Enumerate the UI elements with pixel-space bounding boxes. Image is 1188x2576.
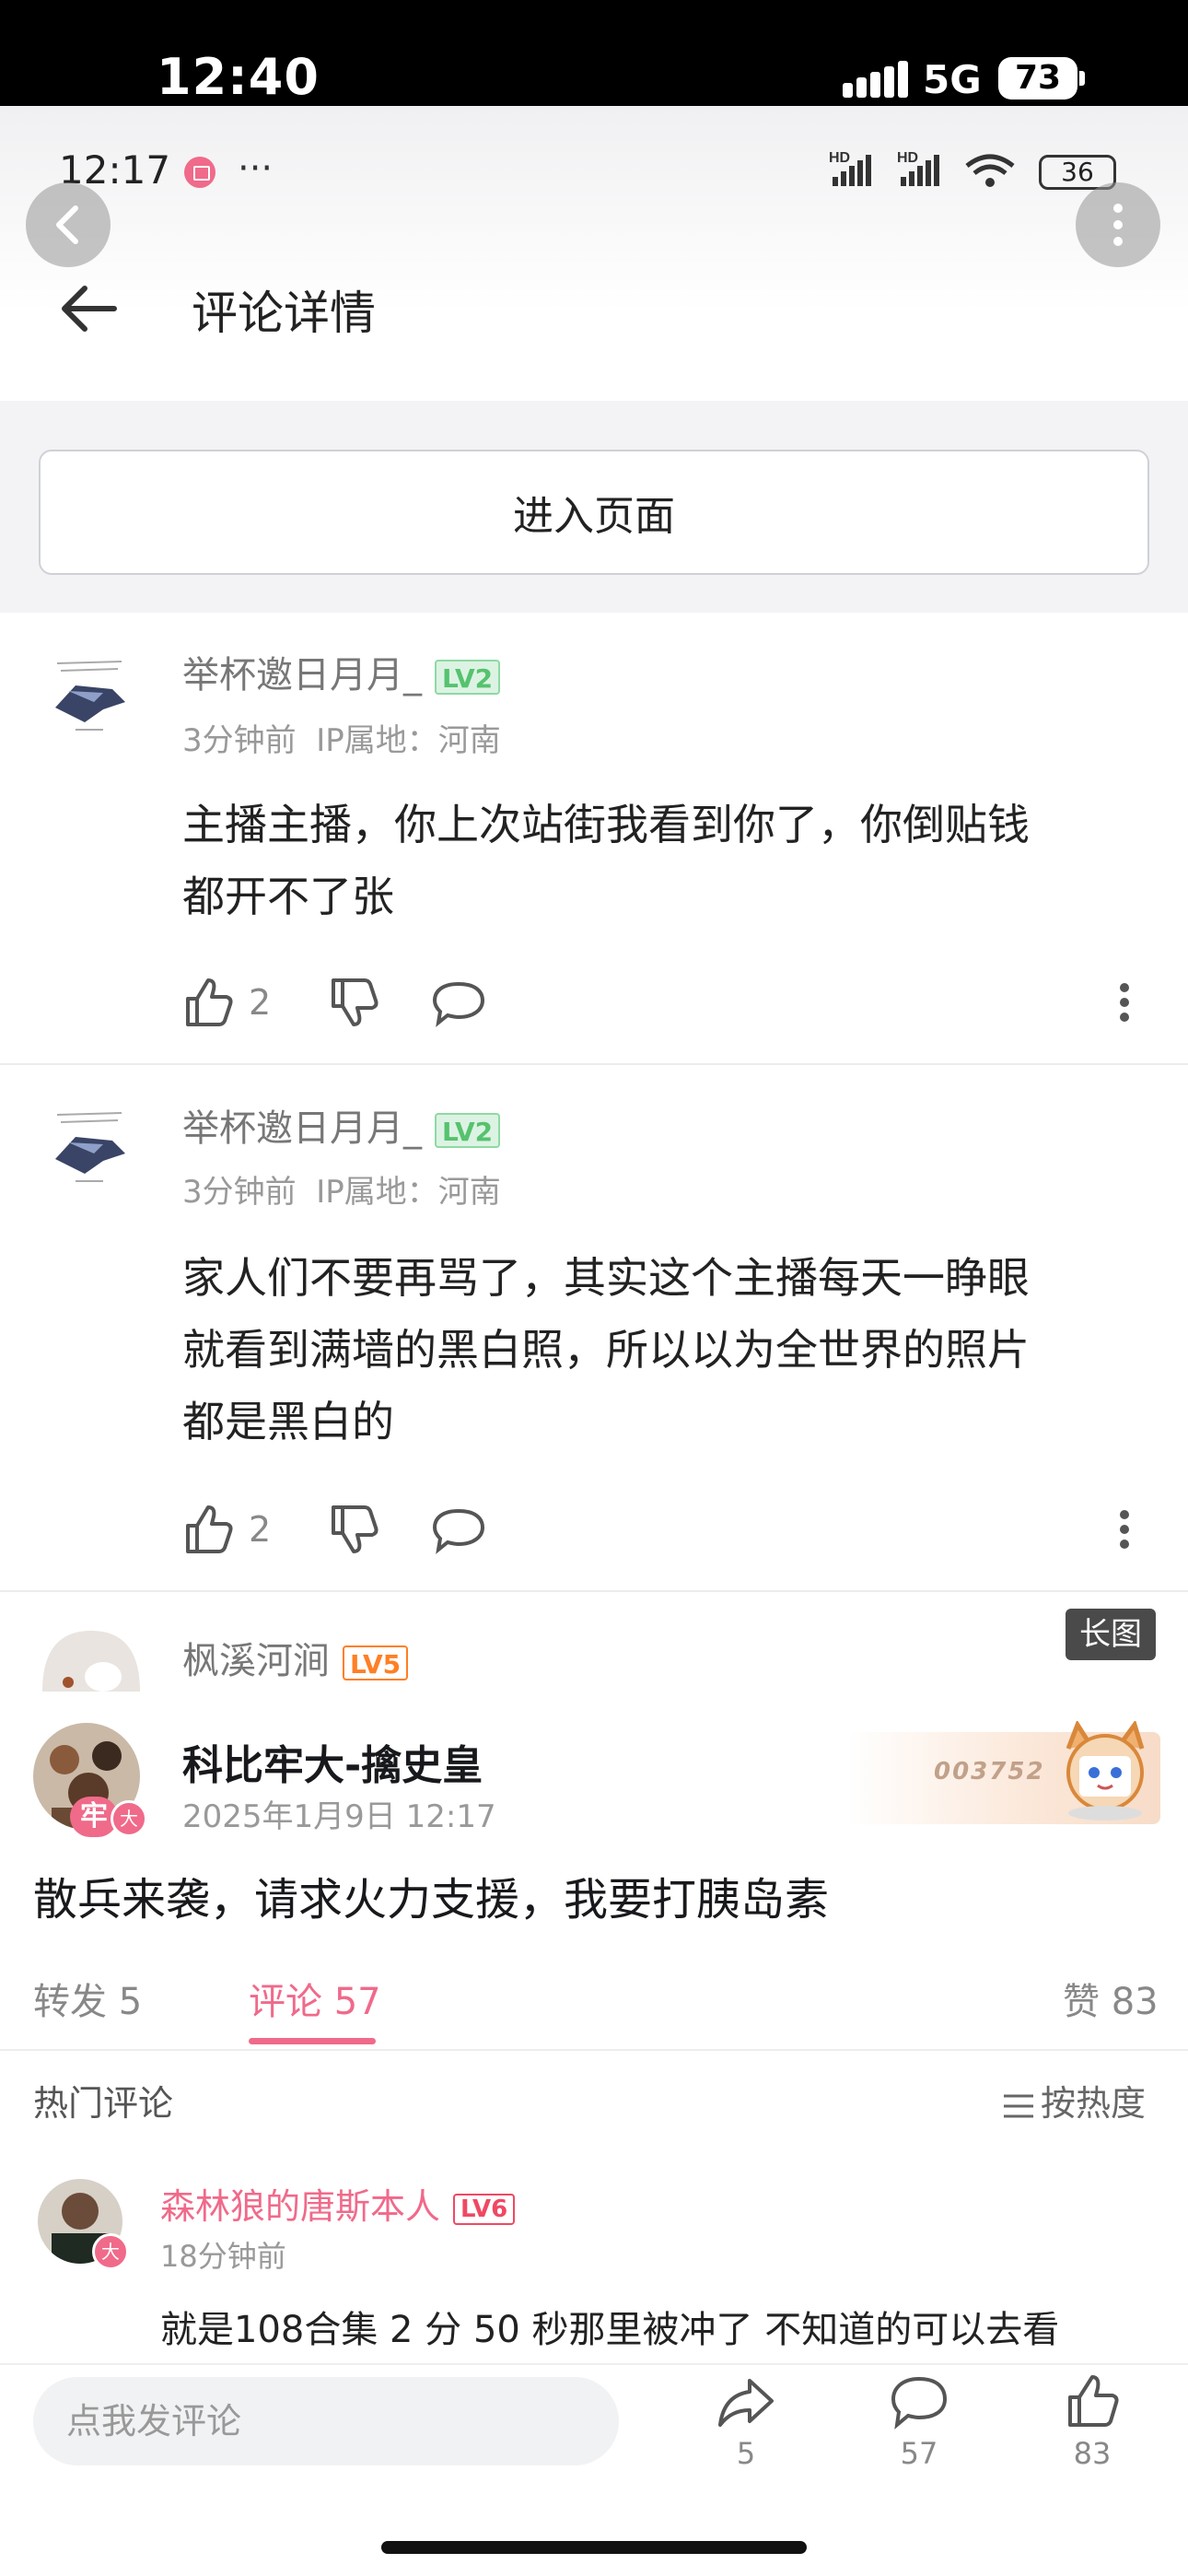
divider (0, 1063, 1188, 1065)
cellular-signal-icon (843, 61, 908, 98)
sort-toggle[interactable]: 按热度 (1002, 2075, 1146, 2125)
float-more-button[interactable] (1076, 182, 1160, 267)
thumbs-down-icon[interactable] (326, 975, 381, 1030)
reply-text: 主播主播，你上次站街我看到你了，你倒贴钱 都开不了张 (182, 789, 1149, 932)
more-vertical-icon[interactable] (1111, 977, 1138, 1032)
tab-likes[interactable]: 赞 83 (1063, 1972, 1159, 2025)
reply-time: 3分钟前 (182, 1174, 297, 1211)
post-author[interactable]: 科比牢大-擒史皇 (182, 1732, 483, 1791)
divider (0, 1590, 1188, 1592)
hot-comment-user[interactable]: 森林狼的唐斯本人 LV6 (160, 2178, 516, 2229)
post-date: 2025年1月9日 12:17 (182, 1798, 496, 1835)
reply-bubble-icon[interactable] (431, 975, 486, 1030)
hot-comment-username[interactable]: 森林狼的唐斯本人 (160, 2186, 440, 2227)
tab-forward[interactable]: 转发 5 (33, 1972, 142, 2025)
home-indicator[interactable] (381, 2541, 807, 2554)
decoration-number: 003752 (934, 1758, 1045, 1786)
hd-label-2: HD (897, 150, 918, 166)
vip-icon: 大 (92, 2233, 129, 2270)
user-avatar[interactable] (48, 654, 131, 737)
user-avatar[interactable] (48, 1106, 131, 1188)
reply-text-line: 家人们不要再骂了，其实这个主播每天一睁眼 (182, 1253, 1030, 1303)
thumbs-up-icon[interactable] (181, 975, 236, 1030)
post-text: 散兵来袭，请求火力支援，我要打胰岛素 (33, 1874, 830, 1926)
thumbs-up-icon[interactable] (181, 1502, 236, 1557)
vip-icon: 大 (111, 1800, 147, 1837)
comment-count: 57 (900, 2436, 938, 2471)
level-badge: LV2 (435, 660, 501, 695)
network-type: 5G (923, 57, 982, 102)
float-back-button[interactable] (26, 182, 111, 267)
reply-text-line: 都是黑白的 (182, 1397, 394, 1446)
notification-app-icon (184, 157, 215, 188)
more-vertical-icon (1113, 204, 1123, 246)
page-title: 评论详情 (192, 287, 376, 340)
hot-comments-title: 热门评论 (33, 2083, 174, 2124)
thumbs-down-icon[interactable] (326, 1502, 381, 1557)
reply-username-text[interactable]: 举杯邀日月月_ (182, 1107, 422, 1150)
battery-icon: 73 (998, 57, 1077, 100)
reply-text-line: 都开不了张 (182, 872, 394, 921)
level-badge: LV2 (435, 1113, 501, 1148)
inner-signal-wifi-icon: HD HD (829, 150, 1015, 187)
enter-page-button[interactable]: 进入页面 (39, 450, 1149, 575)
hot-comment-text: 就是108合集 2 分 50 秒那里被冲了 不知道的可以去看 (160, 2309, 1060, 2351)
reply-text-line: 主播主播，你上次站街我看到你了，你倒贴钱 (182, 800, 1030, 849)
reply-username[interactable]: 举杯邀日月月_ LV2 (182, 1098, 501, 1152)
hd-label-1: HD (829, 150, 850, 166)
divider (0, 2049, 1188, 2051)
outer-status-time: 12:40 (157, 48, 320, 106)
like-count: 83 (1073, 2436, 1112, 2471)
decoration-character-icon (1066, 1721, 1145, 1821)
reply-username-text[interactable]: 举杯邀日月月_ (182, 654, 422, 697)
battery-cap-icon (1079, 71, 1085, 86)
comment-icon[interactable] (890, 2375, 949, 2430)
reply-meta: 3分钟前 IP属地：河南 (182, 715, 501, 760)
inner-status-more: ··· (238, 147, 274, 190)
user-avatar-partial[interactable] (42, 1631, 140, 1692)
thumbs-up-icon[interactable] (1063, 2371, 1122, 2430)
sort-list-icon (1004, 2094, 1033, 2117)
more-vertical-icon[interactable] (1111, 1504, 1138, 1559)
level-badge: LV5 (343, 1645, 409, 1680)
partial-username-text[interactable]: 枫溪河涧 (182, 1640, 330, 1682)
partial-username[interactable]: 枫溪河涧 LV5 (182, 1631, 409, 1684)
level-badge: LV6 (453, 2193, 516, 2225)
sort-label[interactable]: 按热度 (1041, 2083, 1146, 2124)
share-count: 5 (736, 2436, 756, 2471)
tab-indicator (249, 2038, 376, 2044)
share-icon[interactable] (716, 2375, 775, 2430)
reply-ip: IP属地：河南 (316, 1174, 501, 1211)
reply-text-line: 就看到满墙的黑白照，所以以为全世界的照片 (182, 1325, 1030, 1375)
reply-meta: 3分钟前 IP属地：河南 (182, 1166, 501, 1212)
tab-comments[interactable]: 评论 57 (249, 1972, 381, 2025)
back-arrow-icon[interactable] (55, 281, 122, 336)
like-count: 2 (249, 1509, 272, 1550)
reply-time: 3分钟前 (182, 722, 297, 759)
chevron-left-icon (56, 205, 78, 244)
reply-bubble-icon[interactable] (431, 1502, 486, 1557)
hot-comment-time: 18分钟前 (160, 2239, 286, 2274)
comment-input[interactable]: 点我发评论 (33, 2377, 619, 2465)
reply-username[interactable]: 举杯邀日月月_ LV2 (182, 645, 501, 698)
like-count: 2 (249, 982, 272, 1023)
reply-text: 家人们不要再骂了，其实这个主播每天一睁眼 就看到满墙的黑白照，所以以为全世界的照… (182, 1242, 1159, 1458)
long-image-badge: 长图 (1066, 1609, 1156, 1660)
reply-ip: IP属地：河南 (316, 722, 501, 759)
